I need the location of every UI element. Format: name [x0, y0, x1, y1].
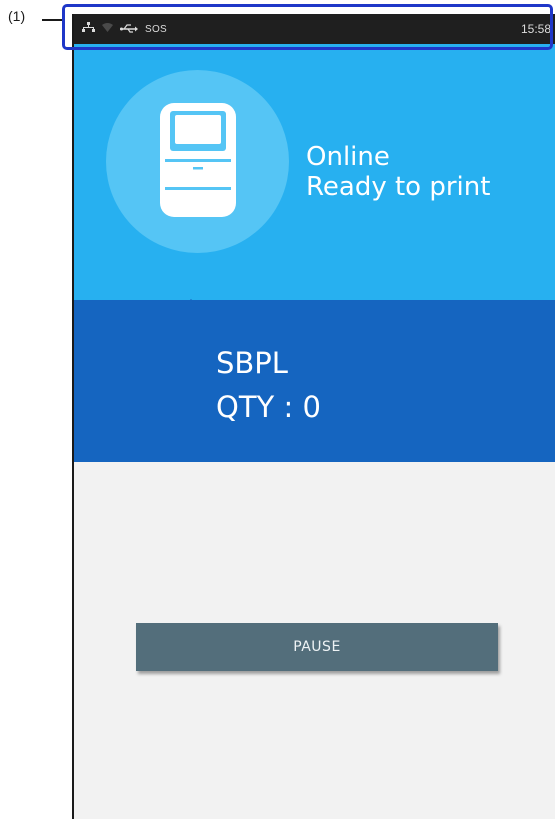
printer-status-circle [106, 70, 289, 253]
status-ready: Ready to print [306, 172, 491, 202]
callout-line [42, 19, 64, 21]
printer-language: SBPL [216, 346, 288, 380]
job-info-panel: SBPL QTY : 0 [74, 300, 555, 462]
callout-label: (1) [8, 8, 26, 24]
print-quantity: QTY : 0 [216, 390, 321, 424]
device-screen: SOS 15:58 Online Ready to print SBPL QTY… [72, 14, 555, 819]
pause-button[interactable]: PAUSE [136, 623, 498, 671]
status-bar-highlight [62, 4, 553, 50]
printer-status-header: Online Ready to print [74, 44, 555, 316]
status-online: Online [306, 142, 390, 172]
printer-icon [160, 103, 236, 217]
printer-status-text: Online Ready to print [306, 142, 490, 202]
